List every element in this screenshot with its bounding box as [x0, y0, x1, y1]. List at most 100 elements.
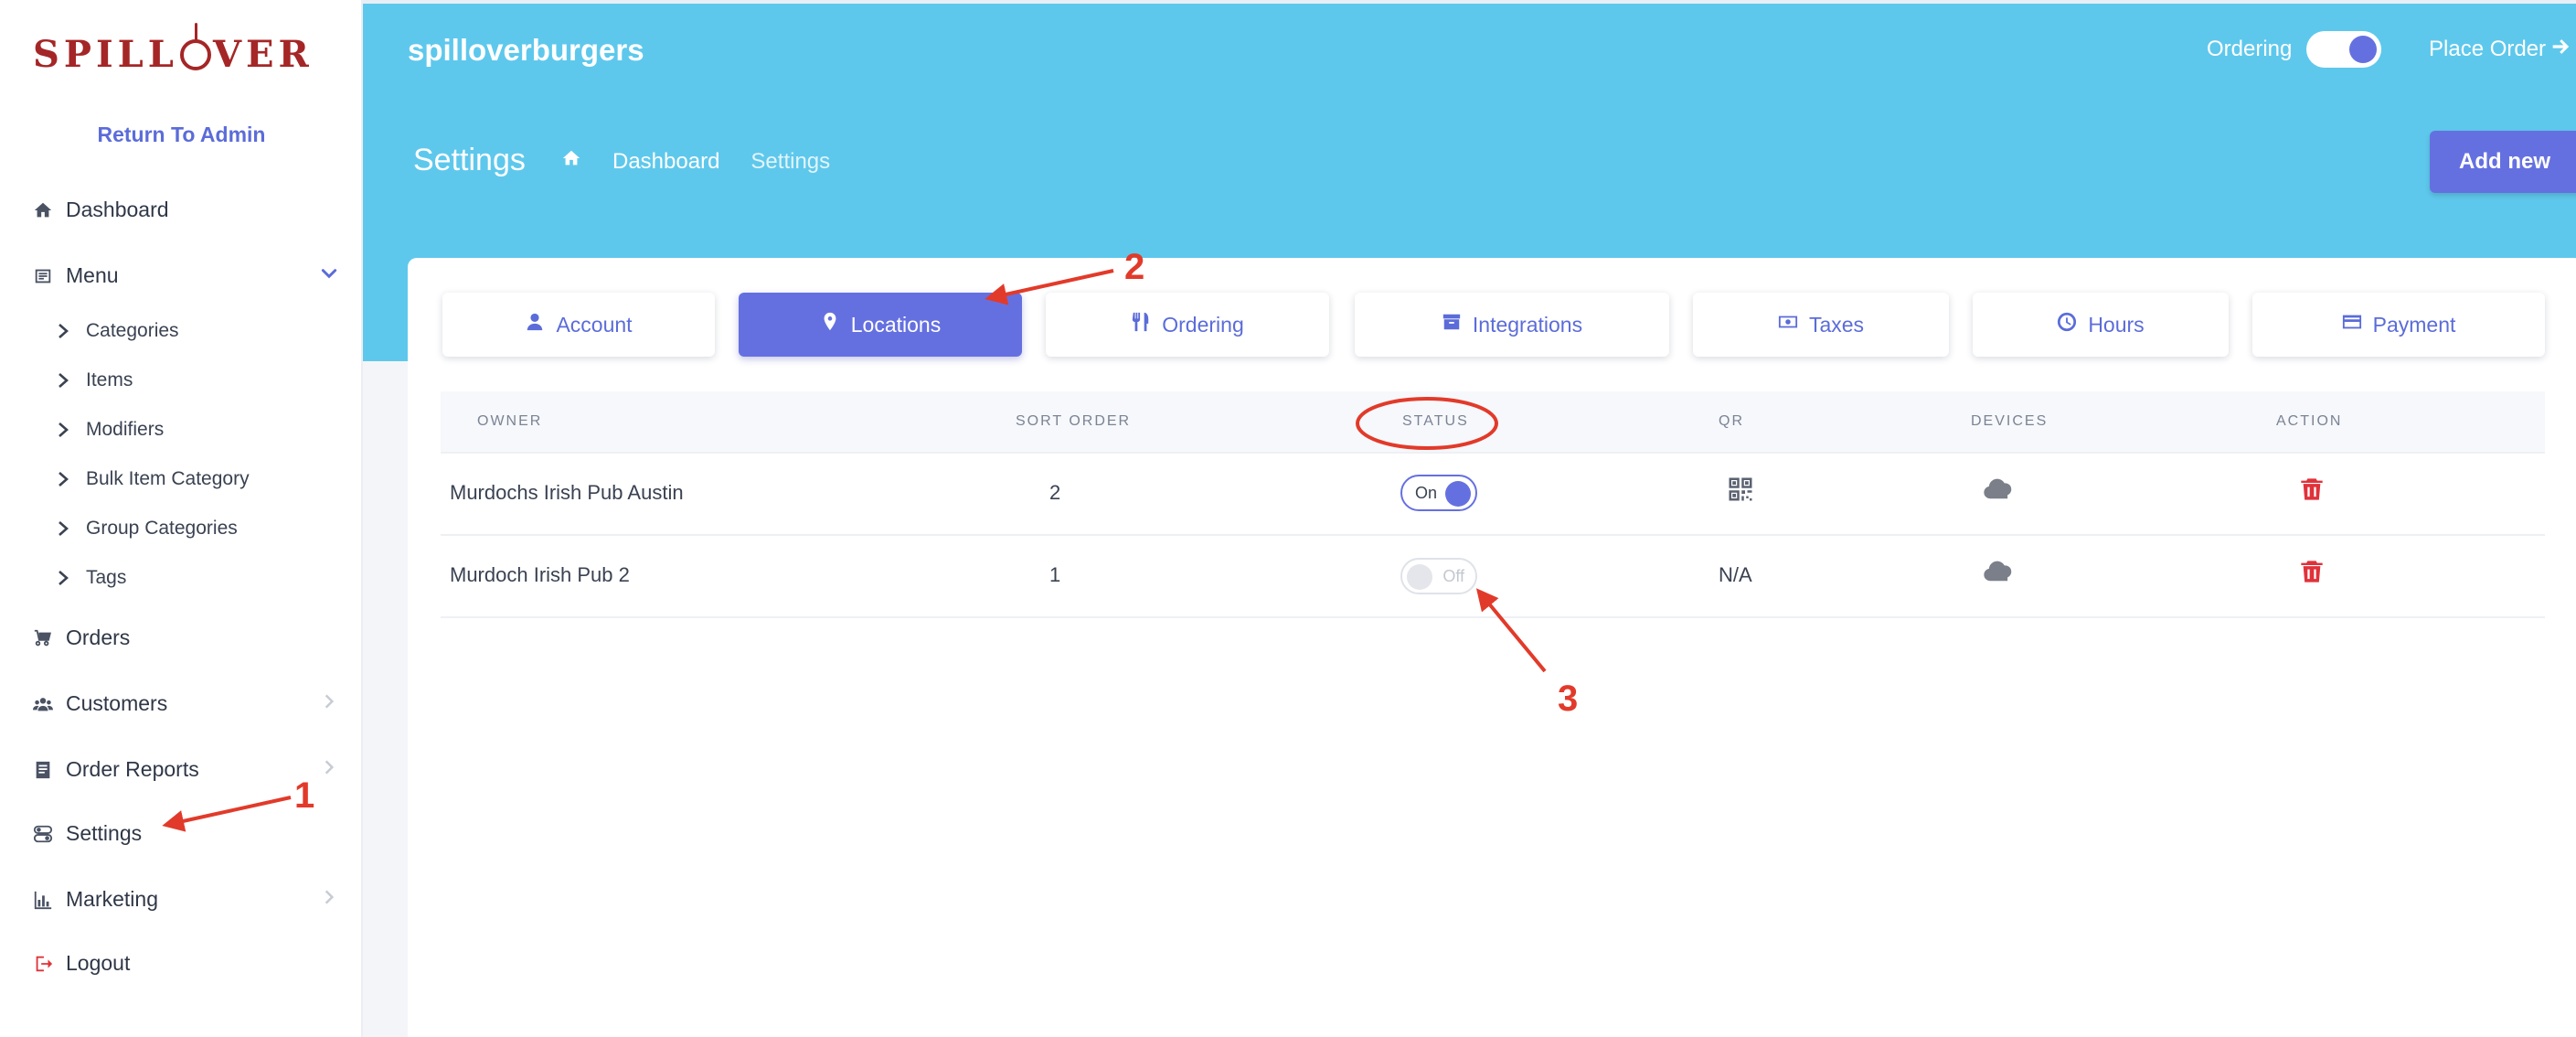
- owner-cell: Murdoch Irish Pub 2: [450, 563, 630, 586]
- page-title: Settings: [413, 143, 526, 177]
- tab-label: Integrations: [1472, 312, 1583, 337]
- sidebar-item-label: Orders: [66, 625, 131, 649]
- trash-icon[interactable]: [2299, 558, 2325, 590]
- sidebar-sub-item-bulk-item-category[interactable]: Bulk Item Category: [57, 468, 250, 490]
- sidebar-sub-item-group-categories[interactable]: Group Categories: [57, 518, 238, 540]
- status-toggle-on[interactable]: On: [1400, 475, 1477, 511]
- chevron-right-icon: [57, 471, 69, 487]
- column-header-action: ACTION: [2276, 413, 2343, 429]
- add-new-button[interactable]: Add new: [2430, 131, 2576, 193]
- restaurant-name: spilloverburgers: [408, 33, 644, 67]
- home-icon: [33, 200, 53, 220]
- chevron-right-icon: [320, 757, 338, 782]
- users-icon: [33, 694, 53, 714]
- breadcrumb-dashboard[interactable]: Dashboard: [612, 149, 719, 175]
- menu-list-icon: [33, 266, 53, 286]
- sidebar-item-logout[interactable]: Logout: [33, 951, 130, 976]
- column-header-devices: DEVICES: [1971, 413, 2049, 429]
- column-header-status: STATUS: [1402, 413, 1469, 429]
- sidebar-item-marketing[interactable]: Marketing: [33, 887, 335, 912]
- sort-order-cell: 2: [1049, 481, 1061, 504]
- sidebar-item-settings[interactable]: Settings: [33, 821, 142, 846]
- annotation-number-2: 2: [1124, 247, 1145, 287]
- cloud-icon[interactable]: [1982, 476, 2015, 506]
- place-order-link[interactable]: Place Order: [2429, 37, 2570, 62]
- sidebar-item-label: Settings: [66, 821, 143, 845]
- logo-o-mark: [179, 22, 211, 70]
- sidebar-sub-item-items[interactable]: Items: [57, 369, 133, 391]
- tab-payment[interactable]: Payment: [2252, 293, 2545, 357]
- row-divider: [441, 534, 2545, 536]
- toggle-knob: [1445, 481, 1471, 507]
- sidebar-sub-item-categories[interactable]: Categories: [57, 320, 179, 342]
- sidebar-sub-item-label: Bulk Item Category: [86, 468, 250, 489]
- table-header: [441, 391, 2545, 454]
- utensils-icon: [1131, 312, 1151, 337]
- arrow-right-icon: [2551, 37, 2570, 62]
- sort-order-cell: 1: [1049, 563, 1061, 586]
- tab-label: Account: [556, 312, 633, 337]
- status-toggle-label: Off: [1442, 567, 1464, 585]
- clock-icon: [2057, 312, 2077, 337]
- sidebar-item-order-reports[interactable]: Order Reports: [33, 757, 335, 782]
- tab-label: Locations: [850, 312, 942, 337]
- chevron-right-icon: [57, 372, 69, 389]
- tab-hours[interactable]: Hours: [1973, 293, 2229, 357]
- sidebar-item-customers[interactable]: Customers: [33, 691, 335, 716]
- tab-integrations[interactable]: Integrations: [1355, 293, 1669, 357]
- chevron-right-icon: [57, 323, 69, 339]
- money-bill-icon: [1778, 312, 1798, 337]
- tab-ordering[interactable]: Ordering: [1046, 293, 1329, 357]
- qr-code-icon[interactable]: [1727, 476, 1754, 508]
- return-to-admin-link[interactable]: Return To Admin: [0, 123, 363, 147]
- ordering-toggle-label: Ordering: [2207, 37, 2293, 61]
- sidebar: SPILL VER Return To Admin Dashboard Menu …: [0, 0, 363, 1037]
- logout-icon: [33, 954, 53, 974]
- status-toggle-label: On: [1415, 484, 1438, 502]
- trash-icon[interactable]: [2299, 476, 2325, 508]
- header-top-line: [363, 0, 2576, 4]
- row-divider: [441, 616, 2545, 618]
- bar-chart-icon: [33, 890, 53, 910]
- breadcrumb: Dashboard Settings: [561, 148, 830, 175]
- sidebar-item-label: Dashboard: [66, 198, 169, 221]
- column-header-sort-order: SORT ORDER: [1016, 413, 1132, 429]
- home-icon[interactable]: [561, 148, 581, 175]
- tab-label: Taxes: [1808, 312, 1865, 337]
- sidebar-sub-item-modifiers[interactable]: Modifiers: [57, 419, 164, 441]
- chevron-right-icon: [320, 691, 338, 716]
- sidebar-item-label: Marketing: [66, 887, 158, 911]
- report-icon: [33, 760, 53, 780]
- tab-label: Ordering: [1162, 312, 1244, 337]
- tab-account[interactable]: Account: [442, 293, 715, 357]
- sidebar-item-label: Customers: [66, 691, 168, 715]
- credit-card-icon: [2342, 312, 2362, 337]
- status-toggle-off[interactable]: Off: [1400, 558, 1477, 594]
- sidebar-sub-item-tags[interactable]: Tags: [57, 567, 126, 589]
- tab-locations[interactable]: Locations: [739, 293, 1022, 357]
- sidebar-item-label: Menu: [66, 263, 119, 287]
- sidebar-sub-item-label: Items: [86, 369, 133, 390]
- annotation-number-1: 1: [294, 775, 315, 816]
- tab-taxes[interactable]: Taxes: [1693, 293, 1949, 357]
- sidebar-item-menu[interactable]: Menu: [33, 263, 338, 288]
- toggle-knob: [1407, 564, 1432, 590]
- breadcrumb-current: Settings: [750, 148, 831, 174]
- sidebar-item-label: Order Reports: [66, 757, 199, 781]
- sidebar-sub-item-label: Categories: [86, 320, 179, 341]
- annotation-number-3: 3: [1558, 679, 1579, 719]
- sidebar-item-orders[interactable]: Orders: [33, 625, 130, 650]
- qr-cell: N/A: [1719, 563, 1752, 586]
- chevron-right-icon: [57, 520, 69, 537]
- cloud-icon[interactable]: [1982, 558, 2015, 588]
- sidebar-item-dashboard[interactable]: Dashboard: [33, 198, 169, 222]
- sidebar-sub-item-label: Group Categories: [86, 518, 238, 539]
- ordering-toggle[interactable]: [2306, 31, 2381, 68]
- archive-box-icon: [1442, 312, 1462, 337]
- brand-logo: SPILL VER: [33, 22, 314, 76]
- column-header-owner: OWNER: [477, 413, 543, 429]
- toggle-knob: [2349, 36, 2377, 63]
- chevron-right-icon: [320, 887, 338, 912]
- chevron-down-icon[interactable]: [320, 263, 338, 288]
- user-icon: [525, 312, 545, 337]
